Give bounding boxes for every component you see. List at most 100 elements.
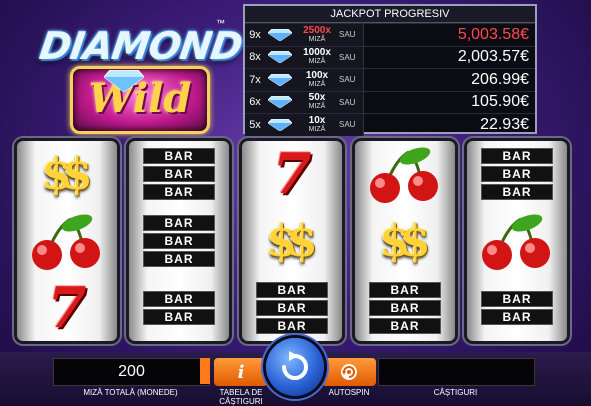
diamond-icon (265, 118, 295, 132)
jackpot-value: 105.90€ (471, 93, 529, 111)
jackpot-multiplier: 5x (249, 118, 261, 131)
total-bet-label: MIZĂ TOTALĂ (MONEDE) (83, 388, 178, 397)
cherries-icon (482, 214, 550, 270)
bet-stepper-handle[interactable] (200, 358, 210, 384)
jackpot-bet-multiple: 10x MIZĂ (295, 114, 339, 134)
bar-block: BAR (481, 166, 553, 182)
jackpot-row: 6x 50x MIZĂ SAU 105.90€ (245, 90, 535, 113)
jackpot-bet-multiple: 1000x MIZĂ (295, 48, 339, 66)
bar-block: BAR (143, 184, 215, 200)
bet-multiple-value: 50x (308, 92, 326, 104)
bet-multiple-value: 2500x (303, 24, 331, 36)
jackpot-requirement: 6x 50x MIZĂ SAU (245, 91, 364, 113)
reel: BAR BAR BAR BAR BAR (467, 141, 567, 341)
autospin-icon (341, 364, 357, 380)
wins-display (378, 358, 535, 386)
reel-symbol-cherries (355, 141, 455, 207)
bar-block: BAR (369, 282, 441, 298)
bet-multiple-label: MIZĂ (308, 35, 326, 43)
diamond-icon (265, 50, 295, 64)
autospin-button[interactable] (322, 358, 376, 386)
jackpot-title: JACKPOT PROGRESIV (245, 6, 535, 23)
reel: 7 $$ BAR BAR BAR (242, 141, 342, 341)
or-label: SAU (339, 97, 356, 107)
seven-symbol: 7 (272, 141, 312, 207)
reel-symbol-dollar: $$ (242, 208, 342, 274)
bar-block: BAR (481, 291, 553, 307)
or-label: SAU (339, 30, 356, 40)
or-label: SAU (339, 120, 356, 130)
diamond-icon (265, 28, 295, 42)
reel-symbol-triple-bar: BAR BAR BAR (355, 275, 455, 341)
reel-symbol-seven: 7 (17, 275, 117, 341)
bar-block: BAR (369, 318, 441, 334)
jackpot-row: 7x 100x MIZĂ SAU 206.99€ (245, 68, 535, 91)
jackpot-requirement: 5x 10x MIZĂ SAU (245, 114, 364, 136)
bar-block: BAR (481, 148, 553, 164)
bet-multiple-value: 1000x (303, 47, 331, 59)
jackpot-value: 206.99€ (471, 70, 529, 88)
reel-symbol-dollar: $$ (17, 141, 117, 207)
bar-block: BAR (143, 233, 215, 249)
reel-symbol-triple-bar: BAR BAR BAR (467, 141, 567, 207)
bar-block: BAR (143, 166, 215, 182)
logo-diamond-text: DIAMOND (36, 24, 245, 68)
reel: BAR BAR BAR BAR BAR BAR BAR BAR (129, 141, 229, 341)
cherries-icon (32, 214, 100, 270)
dollar-symbol: $$ (41, 148, 92, 200)
bet-multiple-label: MIZĂ (308, 125, 326, 133)
jackpot-requirement: 8x 1000x MIZĂ SAU (245, 46, 364, 68)
diamond-icon (265, 95, 295, 109)
bet-multiple-value: 100x (305, 69, 329, 81)
cherries-icon (370, 147, 438, 203)
reel-symbol-seven: 7 (242, 141, 342, 207)
jackpot-requirement: 9x 2500x MIZĂ SAU (245, 24, 364, 46)
reel-symbol-cherries (467, 208, 567, 274)
diamond-wild-logo: DIAMOND ™ Wild (36, 14, 245, 134)
jackpot-row: 5x 10x MIZĂ SAU 22.93€ (245, 113, 535, 136)
wins-label: CÂȘTIGURI (433, 388, 478, 397)
bar-block: BAR (369, 300, 441, 316)
bar-block: BAR (143, 148, 215, 164)
autospin-label: AUTOSPIN (328, 388, 370, 397)
dollar-symbol: $$ (379, 215, 430, 267)
reel-symbol-cherries (17, 208, 117, 274)
bar-block: BAR (143, 251, 215, 267)
spin-button[interactable] (266, 338, 324, 396)
paytable-label: TABELA DE CÂȘTIGURI (219, 388, 263, 406)
bar-symbol: BAR BAR BAR (369, 282, 441, 334)
bar-block: BAR (256, 300, 328, 316)
jackpot-multiplier: 8x (249, 51, 261, 64)
jackpot-multiplier: 7x (249, 73, 261, 86)
seven-symbol: 7 (47, 275, 87, 341)
reel-symbol-triple-bar: BAR BAR BAR (242, 275, 342, 341)
bar-symbol: BAR BAR BAR (256, 282, 328, 334)
reel-symbol-triple-bar: BAR BAR BAR (129, 141, 229, 207)
total-bet-display[interactable]: 200 (53, 358, 210, 386)
jackpot-bet-multiple: 100x MIZĂ (295, 69, 339, 89)
reel: $$ BAR BAR BAR (355, 141, 455, 341)
reel-symbol-triple-bar: BAR BAR BAR (129, 208, 229, 274)
jackpot-requirement: 7x 100x MIZĂ SAU (245, 69, 364, 91)
bar-block: BAR (143, 291, 215, 307)
jackpot-row: 9x 2500x MIZĂ SAU 5,003.58€ (245, 23, 535, 46)
bet-multiple-label: MIZĂ (308, 103, 326, 111)
jackpot-multiplier: 9x (249, 28, 261, 41)
bar-block: BAR (481, 309, 553, 325)
progressive-jackpot-table: JACKPOT PROGRESIV 9x 2500x MIZĂ SAU 5,003.58… (243, 4, 537, 136)
reel: $$ 7 (17, 141, 117, 341)
total-bet-value: 200 (118, 363, 145, 380)
diamond-icon (265, 73, 295, 87)
jackpot-row: 8x 1000x MIZĂ SAU 2,003.57€ (245, 45, 535, 68)
jackpot-value: 5,003.58€ (457, 25, 529, 43)
bar-symbol: BAR BAR (143, 291, 215, 325)
jackpot-bet-multiple: 50x MIZĂ (295, 93, 339, 111)
jackpot-bet-multiple: 2500x MIZĂ (295, 24, 339, 44)
paytable-button[interactable]: i (214, 358, 268, 386)
bar-block: BAR (256, 282, 328, 298)
jackpot-multiplier: 6x (249, 96, 261, 109)
reel-symbol-double-bar: BAR BAR (129, 275, 229, 341)
bar-symbol: BAR BAR BAR (481, 148, 553, 200)
bet-multiple-value: 10x (308, 114, 326, 126)
logo-diamond-icon (104, 70, 144, 92)
